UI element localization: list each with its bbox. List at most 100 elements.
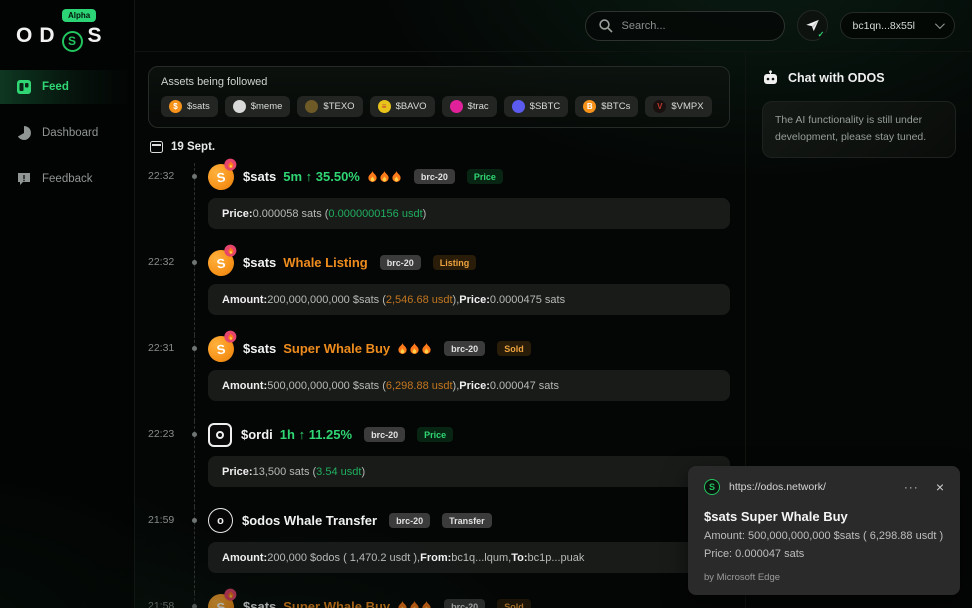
timeline bbox=[182, 249, 208, 335]
feed-item-title: $sats5m ↑ 35.50% bbox=[243, 169, 402, 184]
token-icon: V bbox=[653, 100, 666, 113]
odos-s-logo-icon: S bbox=[62, 31, 83, 52]
search-icon bbox=[598, 18, 614, 34]
badge-brc-20: brc-20 bbox=[444, 599, 485, 608]
feed-item-header: o$odos Whale Transferbrc-20Transfer bbox=[208, 507, 730, 534]
fire-emoji-icon bbox=[227, 332, 234, 340]
asset-chip-trac[interactable]: $trac bbox=[442, 96, 497, 117]
asset-chip-label: $trac bbox=[468, 101, 489, 112]
asset-chip-TEXO[interactable]: $TEXO bbox=[297, 96, 362, 117]
sidebar-item-dashboard[interactable]: Dashboard bbox=[0, 116, 134, 150]
notification-line-amount: Amount: 500,000,000,000 $sats ( 6,298.88… bbox=[704, 530, 944, 542]
feed-item-detail-card[interactable]: Amount: 200,000,000,000 $sats ( 2,546.68… bbox=[208, 284, 730, 315]
feed-item-title: $satsWhale Listing bbox=[243, 255, 368, 270]
title-segment: $sats bbox=[243, 599, 276, 608]
title-segment: $sats bbox=[243, 169, 276, 184]
detail-label: From: bbox=[420, 552, 451, 564]
logo: ODSS Alpha bbox=[0, 0, 134, 62]
telegram-share-button[interactable]: ✓ bbox=[797, 10, 828, 41]
wallet-address: bc1qn...8x55l bbox=[853, 20, 915, 32]
feed-item-time: 22:32 bbox=[148, 163, 182, 249]
timeline-dot bbox=[192, 518, 197, 523]
fire-emoji-icon bbox=[379, 170, 390, 183]
badge-brc-20: brc-20 bbox=[444, 341, 485, 356]
asset-chip-BTCs[interactable]: B$BTCs bbox=[575, 96, 638, 117]
feed-item-header: S$satsSuper Whale Buybrc-20Sold bbox=[208, 593, 730, 608]
token-icon: B bbox=[583, 100, 596, 113]
detail-label: Amount: bbox=[222, 294, 267, 306]
assets-followed-box: Assets being followed $$sats$meme$TEXO≡$… bbox=[148, 66, 730, 128]
detail-value: 3.54 usdt bbox=[316, 466, 361, 478]
sats-token-icon: S bbox=[206, 334, 235, 363]
timeline-dot bbox=[192, 346, 197, 351]
asset-chip-label: $sats bbox=[187, 101, 210, 112]
title-segment: $sats bbox=[243, 341, 276, 356]
feed-item-title: $ordi1h ↑ 11.25% bbox=[241, 427, 352, 442]
fire-emoji-group bbox=[367, 170, 402, 183]
asset-chip-VMPX[interactable]: V$VMPX bbox=[645, 96, 711, 117]
timeline-dot bbox=[192, 432, 197, 437]
fire-emoji-group bbox=[397, 342, 432, 355]
feed-item-detail-card[interactable]: Price: 0.000058 sats ( 0.0000000156 usdt… bbox=[208, 198, 730, 229]
dashboard-icon bbox=[16, 125, 32, 141]
browser-notification[interactable]: S https://odos.network/ ··· × $sats Supe… bbox=[688, 466, 960, 595]
notification-line-price: Price: 0.000047 sats bbox=[704, 548, 944, 560]
detail-value: 0.0000000156 usdt bbox=[328, 208, 422, 220]
detail-label: Price: bbox=[459, 380, 490, 392]
feed-item-body: $ordi1h ↑ 11.25%brc-20PricePrice: 13,500… bbox=[208, 421, 730, 507]
fire-badge-icon bbox=[224, 158, 236, 170]
feed-list: 22:32S$sats5m ↑ 35.50%brc-20PricePrice: … bbox=[148, 163, 730, 608]
fire-emoji-icon bbox=[367, 170, 378, 183]
token-icon bbox=[233, 100, 246, 113]
ordi-token-icon bbox=[208, 423, 232, 447]
notification-attribution: by Microsoft Edge bbox=[704, 572, 944, 583]
sidebar-item-feedback[interactable]: Feedback bbox=[0, 162, 134, 196]
robot-icon bbox=[762, 70, 779, 85]
search-box[interactable] bbox=[585, 11, 785, 41]
wallet-address-dropdown[interactable]: bc1qn...8x55l bbox=[840, 12, 955, 39]
asset-chip-meme[interactable]: $meme bbox=[225, 96, 291, 117]
feed-item-header: S$satsSuper Whale Buybrc-20Sold bbox=[208, 335, 730, 362]
asset-chip-label: $meme bbox=[251, 101, 283, 112]
sidebar-nav: Feed Dashboard Feedback bbox=[0, 70, 134, 196]
timeline bbox=[182, 335, 208, 421]
notification-more-button[interactable]: ··· bbox=[904, 480, 919, 494]
feed-item-body: S$satsSuper Whale Buybrc-20SoldAmount: 5… bbox=[208, 593, 730, 608]
feed-item-detail-card[interactable]: Amount: 500,000,000,000 $sats ( 6,298.88… bbox=[208, 370, 730, 401]
token-icon bbox=[305, 100, 318, 113]
feed-item-title: $satsSuper Whale Buy bbox=[243, 341, 432, 356]
asset-chip-BAVO[interactable]: ≡$BAVO bbox=[370, 96, 435, 117]
feed-item-body: o$odos Whale Transferbrc-20Transfer Amoun… bbox=[208, 507, 730, 593]
badge-listing: Listing bbox=[433, 255, 477, 270]
calendar-icon bbox=[150, 141, 163, 153]
feed-item-time: 22:31 bbox=[148, 335, 182, 421]
sidebar-item-label: Feedback bbox=[42, 173, 93, 185]
fire-emoji-icon bbox=[227, 246, 234, 254]
fire-emoji-icon bbox=[421, 600, 432, 608]
asset-chip-sats[interactable]: $$sats bbox=[161, 96, 218, 117]
search-input[interactable] bbox=[622, 20, 772, 32]
token-icon bbox=[450, 100, 463, 113]
fire-badge-icon bbox=[224, 588, 236, 600]
feed-item-detail-card[interactable]: Amount: 200,000 $odos ( 1,470.2 usdt ), … bbox=[208, 542, 730, 573]
feed-item-detail-card[interactable]: Price: 13,500 sats ( 3.54 usdt ) bbox=[208, 456, 730, 487]
detail-value: 0.000047 sats bbox=[490, 380, 559, 392]
logo-letter: O bbox=[16, 24, 34, 47]
feed-item-body: S$satsWhale Listingbrc-20ListingAmount: … bbox=[208, 249, 730, 335]
detail-label: Amount: bbox=[222, 552, 267, 564]
token-icon: ≡ bbox=[378, 100, 391, 113]
feed-panel: Assets being followed $$sats$meme$TEXO≡$… bbox=[135, 52, 745, 608]
detail-value: 0.0000475 sats bbox=[490, 294, 565, 306]
notification-close-button[interactable]: × bbox=[936, 480, 944, 494]
asset-chip-SBTC[interactable]: $SBTC bbox=[504, 96, 569, 117]
detail-value: 13,500 sats ( bbox=[253, 466, 317, 478]
fire-emoji-icon bbox=[391, 170, 402, 183]
sidebar: ODSS Alpha Feed Dashboard Feedback bbox=[0, 0, 135, 608]
detail-value: 200,000,000,000 $sats ( bbox=[267, 294, 386, 306]
notification-title: $sats Super Whale Buy bbox=[704, 509, 944, 524]
fire-emoji-icon bbox=[397, 600, 408, 608]
feed-item: 22:23$ordi1h ↑ 11.25%brc-20PricePrice: 1… bbox=[148, 421, 730, 507]
fire-emoji-icon bbox=[409, 342, 420, 355]
sidebar-item-feed[interactable]: Feed bbox=[0, 70, 134, 104]
title-segment: $odos Whale Transfer bbox=[242, 513, 377, 528]
